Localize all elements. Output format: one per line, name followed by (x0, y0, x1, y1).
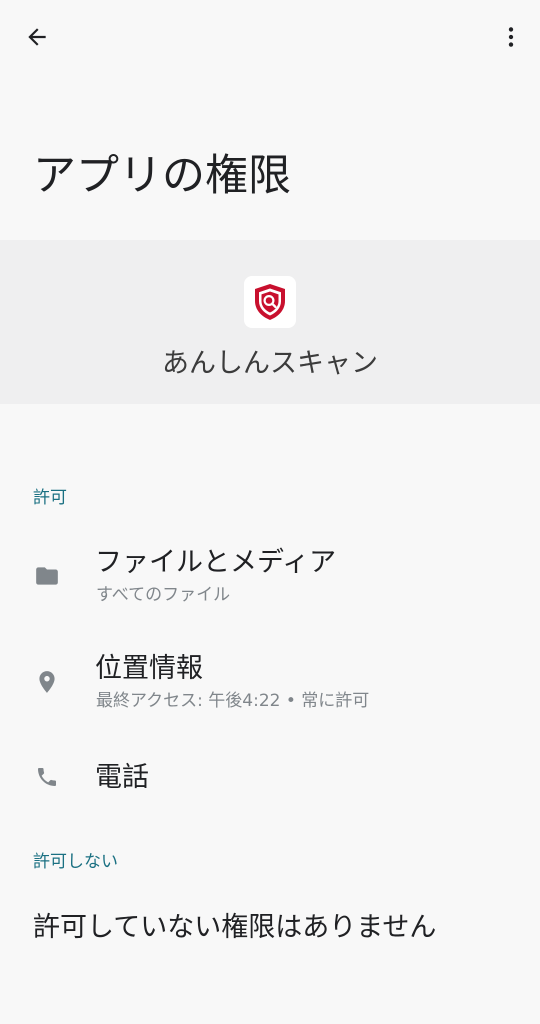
permission-subtitle: すべてのファイル (96, 585, 231, 605)
folder-icon (33, 562, 61, 590)
allowed-section-label: 許可 (33, 488, 67, 508)
app-header: あんしんスキャン (0, 240, 540, 404)
permission-title: ファイルとメディア (95, 547, 337, 578)
more-options-button[interactable] (487, 13, 535, 61)
permission-item-files-media[interactable]: ファイルとメディア すべてのファイル (0, 540, 540, 620)
location-pin-icon (33, 668, 61, 696)
page-title: アプリの権限 (33, 151, 291, 201)
permission-item-phone[interactable]: 電話 (0, 755, 540, 803)
arrow-back-icon (28, 28, 46, 46)
permission-subtitle: 最終アクセス: 午後4:22 • 常に許可 (96, 691, 370, 711)
back-button[interactable] (13, 13, 61, 61)
phone-icon (33, 763, 61, 791)
no-denied-permissions-text: 許可していない権限はありません (33, 912, 437, 943)
app-permissions-screen: アプリの権限 あんしんスキャン 許可 ファイルとメディア すべてのファイル 位置… (0, 0, 540, 1024)
denied-section-label: 許可しない (33, 852, 118, 872)
shield-search-icon (255, 284, 285, 320)
permission-item-location[interactable]: 位置情報 最終アクセス: 午後4:22 • 常に許可 (0, 646, 540, 726)
permission-title: 電話 (95, 762, 149, 793)
permission-title: 位置情報 (95, 653, 203, 684)
more-vert-icon (508, 27, 514, 47)
app-name: あんしんスキャン (162, 348, 378, 379)
app-icon (244, 276, 296, 328)
